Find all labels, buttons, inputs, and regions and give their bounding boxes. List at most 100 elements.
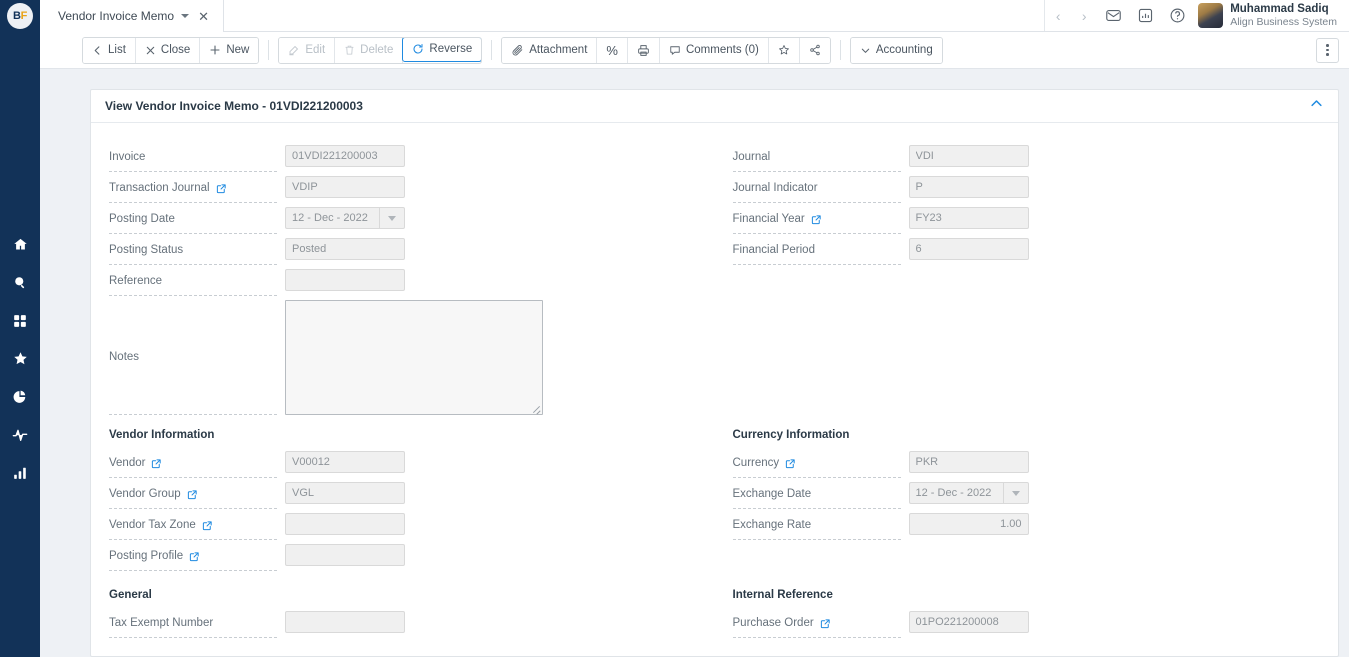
comments-button-label: Comments (0): [685, 44, 759, 56]
currency-input[interactable]: [908, 451, 1029, 473]
external-link-icon[interactable]: [216, 183, 227, 194]
external-link-icon[interactable]: [202, 520, 213, 531]
section-title: General: [109, 589, 152, 601]
card-body: Invoice Transaction Journal: [91, 123, 1338, 642]
reverse-button[interactable]: Reverse: [402, 37, 482, 62]
close-icon[interactable]: ✕: [196, 10, 211, 23]
share-button[interactable]: [799, 37, 830, 63]
field-label: Transaction Journal: [109, 176, 277, 203]
vendor-group-input[interactable]: [285, 482, 405, 504]
notes-label: Notes: [109, 300, 277, 415]
posting-date-picker[interactable]: [285, 207, 405, 229]
comments-button[interactable]: Comments (0): [659, 37, 769, 63]
top-field-grid: Invoice Transaction Journal: [91, 145, 1338, 415]
field-label: Tax Exempt Number: [109, 611, 277, 638]
accounting-button-label: Accounting: [875, 44, 933, 56]
field-control: [285, 207, 405, 229]
app-logo[interactable]: BF: [0, 0, 40, 32]
field-label: Financial Period: [732, 238, 901, 265]
purchase-order-input[interactable]: [908, 611, 1029, 633]
user-info[interactable]: Muhammad Sadiq Align Business System: [1230, 3, 1341, 28]
external-link-icon[interactable]: [811, 214, 822, 225]
journal-input[interactable]: [908, 145, 1029, 167]
list-button[interactable]: List: [83, 37, 136, 63]
more-options-button[interactable]: [1316, 37, 1339, 63]
percent-button[interactable]: %: [597, 37, 628, 63]
posting-profile-input[interactable]: [285, 544, 405, 566]
delete-button[interactable]: Delete: [335, 37, 404, 63]
reports-icon[interactable]: [1129, 0, 1161, 32]
transaction-journal-input[interactable]: [285, 176, 405, 198]
edit-button[interactable]: Edit: [279, 37, 336, 63]
avatar[interactable]: [1198, 3, 1224, 28]
external-link-icon[interactable]: [189, 551, 200, 562]
field-row-journal: Journal: [732, 145, 1339, 176]
new-button[interactable]: New: [200, 37, 259, 63]
sidebar-item-activity[interactable]: [0, 418, 40, 456]
calendar-dropdown-button[interactable]: [1002, 482, 1029, 504]
chevron-down-icon: [1011, 490, 1020, 496]
pie-chart-icon: [13, 390, 27, 409]
attachment-button[interactable]: Attachment: [502, 37, 598, 63]
vendor-information-section: Vendor Information Vendor V00012 Vendor …: [91, 415, 715, 575]
field-label: Posting Date: [109, 207, 277, 234]
external-link-icon[interactable]: [820, 618, 831, 629]
field-row-transaction-journal: Transaction Journal: [109, 176, 715, 207]
chevron-up-icon[interactable]: [1309, 96, 1324, 116]
invoice-input[interactable]: [285, 145, 405, 167]
financial-period-input[interactable]: [908, 238, 1029, 260]
external-link-icon[interactable]: [785, 458, 796, 469]
journal-indicator-input[interactable]: [908, 176, 1029, 198]
sidebar-item-favorites[interactable]: [0, 342, 40, 380]
sidebar-item-reports[interactable]: [0, 380, 40, 418]
field-label-text: Exchange Date: [732, 488, 812, 500]
sidebar-item-analytics[interactable]: [0, 456, 40, 494]
sidebar-item-home[interactable]: [0, 228, 40, 266]
help-icon[interactable]: [1161, 0, 1193, 32]
field-row-notes: Notes: [109, 300, 715, 415]
field-row-posting-date: Posting Date: [109, 207, 715, 238]
print-button[interactable]: [627, 37, 660, 63]
field-control: [908, 451, 1029, 473]
exchange-date-picker[interactable]: [908, 482, 1029, 504]
sidebar-item-apps[interactable]: [0, 304, 40, 342]
calendar-dropdown-button[interactable]: [379, 207, 405, 229]
page-title: View Vendor Invoice Memo - 01VDI22120000…: [105, 99, 363, 113]
field-control: [908, 238, 1029, 260]
vendor-tax-zone-input[interactable]: [285, 513, 405, 535]
external-link-icon[interactable]: [187, 489, 198, 500]
external-link-icon[interactable]: [151, 458, 162, 469]
field-row-purchase-order: Purchase Order: [732, 611, 1339, 642]
kebab-dot: [1326, 53, 1329, 56]
toolbar-divider-3: [839, 40, 841, 60]
accounting-button[interactable]: Accounting: [850, 37, 942, 63]
field-control: [908, 513, 1029, 535]
user-org: Align Business System: [1230, 16, 1337, 29]
close-button[interactable]: Close: [135, 37, 201, 63]
field-label-text: Vendor: [109, 457, 146, 469]
mail-icon[interactable]: [1097, 0, 1129, 32]
chevron-down-icon[interactable]: [181, 14, 190, 18]
financial-year-input[interactable]: [908, 207, 1029, 229]
apps-grid-icon: [13, 314, 27, 333]
field-label-text: Exchange Rate: [732, 519, 812, 531]
posting-status-input[interactable]: [285, 238, 405, 260]
exchange-date-input[interactable]: [908, 482, 1003, 504]
tab-vendor-invoice-memo[interactable]: Vendor Invoice Memo ✕: [40, 0, 224, 32]
posting-date-input[interactable]: [285, 207, 379, 229]
left-column: Invoice Transaction Journal: [91, 145, 715, 415]
tax-exempt-number-input[interactable]: [285, 611, 405, 633]
reference-input[interactable]: [285, 269, 405, 291]
favorite-button[interactable]: [768, 37, 800, 63]
resize-handle-icon[interactable]: [531, 403, 541, 413]
vendor-input[interactable]: [285, 451, 405, 473]
exchange-rate-input[interactable]: [908, 513, 1029, 535]
nav-button-group: List Close New: [82, 36, 260, 64]
notes-textarea[interactable]: [285, 300, 543, 415]
nav-prev-button[interactable]: ‹: [1045, 0, 1071, 32]
field-label-text: Reference: [109, 275, 163, 287]
attachment-button-label: Attachment: [529, 44, 588, 56]
tab-label: Vendor Invoice Memo: [58, 9, 175, 23]
nav-next-button[interactable]: ›: [1071, 0, 1097, 32]
sidebar-item-search[interactable]: [0, 266, 40, 304]
